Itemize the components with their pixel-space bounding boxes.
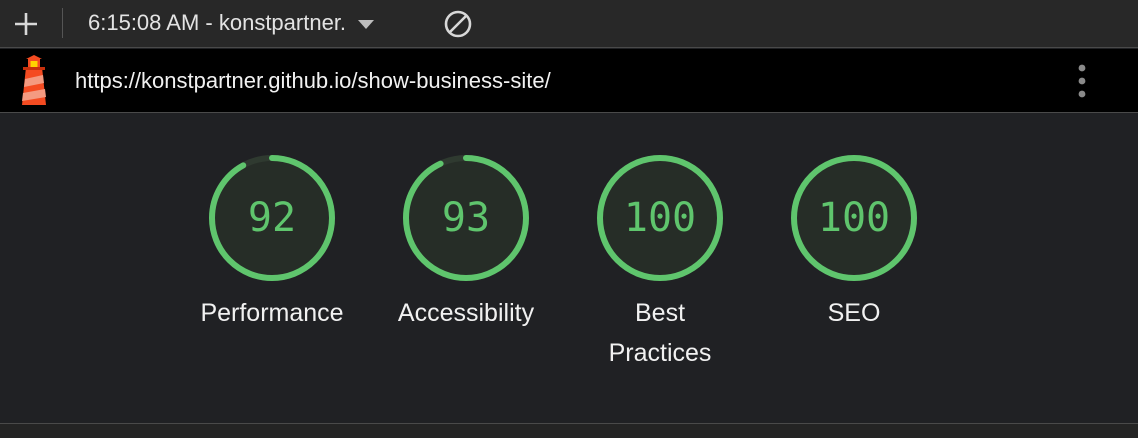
clear-icon[interactable] [443,9,473,39]
plus-icon[interactable] [12,10,40,38]
gauge-label: Best Practices [609,293,712,373]
gauge-label: SEO [827,299,881,327]
gauge-ring: 100 [597,155,723,281]
gauge-ring: 100 [791,155,917,281]
lighthouse-icon [22,55,46,105]
gauge-seo[interactable]: 100 SEO [764,153,944,333]
gauge-label-line: Best [634,299,686,327]
gauge-score: 100 [624,195,696,241]
gauge-best-practices[interactable]: 100 Best Practices [570,153,750,373]
gauge-label: Accessibility [397,299,535,327]
gauge-performance[interactable]: 92 Performance [182,153,362,333]
gauge-label-line: Practices [608,339,712,367]
page-url-link[interactable]: https://konstpartner.github.io/show-busi… [75,68,551,94]
scores-panel: 92 Performance 93 Accessibility 100 Best… [0,113,1138,423]
gauge-score: 93 [442,195,490,241]
toolbar-divider [62,8,63,38]
gauge-score: 100 [818,195,890,241]
chevron-down-icon [358,19,375,29]
report-selector-label: 6:15:08 AM - konstpartner. [88,10,347,35]
gauge-ring: 93 [403,155,529,281]
gauge-label: Performance [200,299,344,327]
url-bar: https://konstpartner.github.io/show-busi… [0,49,1138,113]
gauge-score: 92 [248,195,296,241]
bottom-strip [0,424,1138,438]
gauge-accessibility[interactable]: 93 Accessibility [376,153,556,333]
more-vertical-icon[interactable] [1068,61,1096,101]
report-toolbar: 6:15:08 AM - konstpartner. [0,0,1138,48]
report-selector[interactable]: 6:15:08 AM - konstpartner. [88,10,375,36]
gauge-ring: 92 [209,155,335,281]
